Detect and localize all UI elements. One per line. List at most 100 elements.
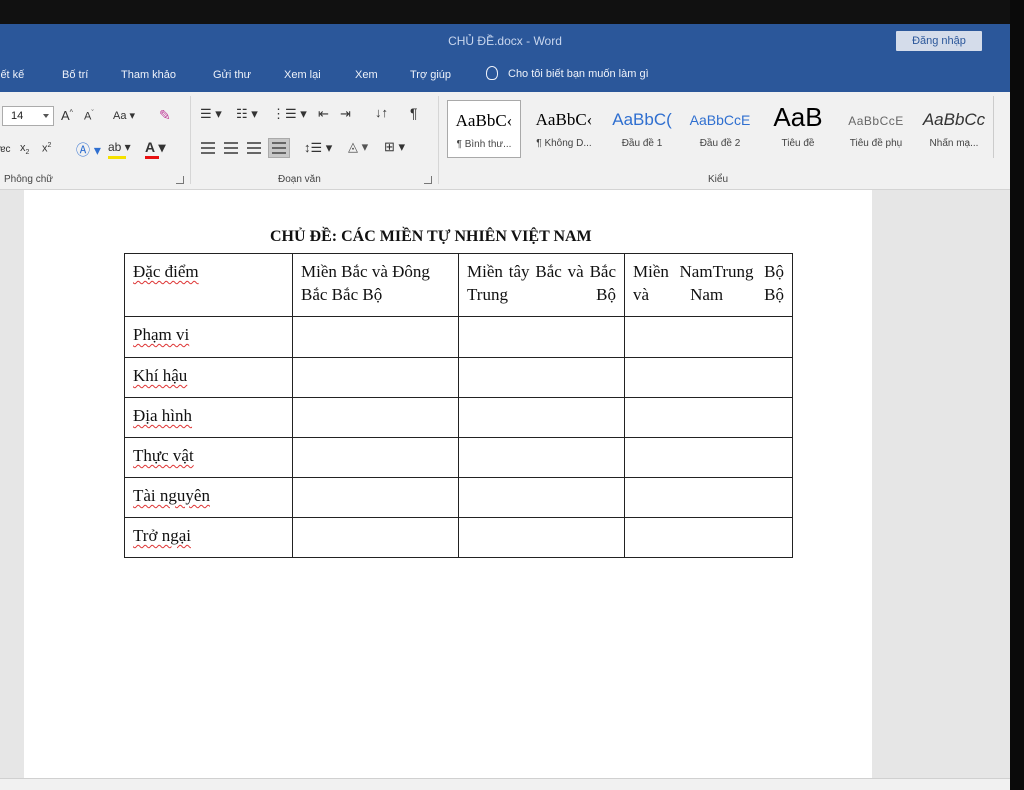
- table-cell[interactable]: [624, 316, 793, 358]
- line-spacing-icon[interactable]: ↕☰ ▾: [304, 140, 332, 156]
- window-title: CHỦ ĐỀ.docx - Word: [448, 34, 562, 48]
- font-color-icon[interactable]: A ▾: [145, 139, 166, 156]
- row-label: Địa hình: [133, 406, 193, 425]
- tell-me-search[interactable]: Cho tôi biết bạn muốn làm gì: [486, 66, 649, 80]
- table-cell[interactable]: [292, 437, 459, 478]
- table-cell[interactable]: Đặc điểm: [124, 253, 293, 317]
- style-name: Tiêu đề phụ: [849, 138, 903, 149]
- table-cell[interactable]: Miền tây Bắc và Bắc Trung Bộ: [458, 253, 625, 317]
- table-row: Phạm vi: [124, 316, 793, 358]
- status-bar: [0, 778, 1010, 790]
- sort-icon[interactable]: ↓↑: [375, 105, 388, 120]
- style-title[interactable]: AaB Tiêu đề: [761, 100, 835, 158]
- tab-references[interactable]: Tham khảo: [121, 69, 176, 81]
- style-normal[interactable]: AaBbC‹ ¶ Bình thư...: [447, 100, 521, 158]
- style-name: Đầu đề 1: [621, 138, 663, 149]
- table-cell[interactable]: [458, 357, 625, 398]
- table-cell[interactable]: [458, 437, 625, 478]
- bullets-icon[interactable]: ☰ ▾: [200, 106, 222, 122]
- table-cell[interactable]: [292, 397, 459, 438]
- table-cell[interactable]: [458, 397, 625, 438]
- tab-layout[interactable]: Bố trí: [62, 69, 88, 81]
- table-cell[interactable]: [624, 517, 793, 558]
- style-emphasis[interactable]: AaBbCc Nhấn mạ...: [917, 100, 991, 158]
- group-label-styles: Kiểu: [708, 174, 729, 185]
- styles-gallery: AaBbC‹ ¶ Bình thư... AaBbC‹ ¶ Không D...…: [447, 100, 1007, 158]
- table-cell[interactable]: [292, 477, 459, 518]
- justify-icon: [272, 142, 286, 154]
- multilevel-list-icon[interactable]: ⋮☰ ▾: [272, 106, 307, 122]
- table-cell[interactable]: Miền Bắc và Đông Bắc Bắc Bộ: [292, 253, 459, 317]
- row-label: Tài nguyên: [133, 486, 210, 505]
- shrink-font-icon[interactable]: Aˇ: [84, 110, 94, 123]
- table-cell[interactable]: Trở ngại: [124, 517, 293, 558]
- style-no-spacing[interactable]: AaBbC‹ ¶ Không D...: [527, 100, 601, 158]
- table-cell[interactable]: Miền NamTrung Bộ và Nam Bộ: [624, 253, 793, 317]
- table-cell[interactable]: Phạm vi: [124, 316, 293, 358]
- table-cell[interactable]: Tài nguyên: [124, 477, 293, 518]
- table-cell[interactable]: [458, 477, 625, 518]
- show-marks-icon[interactable]: ¶: [410, 105, 418, 121]
- style-name: Đầu đề 2: [699, 138, 741, 149]
- highlight-icon[interactable]: ab ▾: [108, 140, 131, 154]
- subscript-icon[interactable]: x2: [20, 142, 29, 156]
- borders-icon[interactable]: ⊞ ▾: [384, 139, 405, 155]
- document-page[interactable]: CHỦ ĐỀ: CÁC MIỀN TỰ NHIÊN VIỆT NAM Đặc đ…: [24, 190, 872, 778]
- align-left-icon[interactable]: [201, 142, 215, 154]
- table-row: Khí hậu: [124, 357, 793, 398]
- align-center-icon[interactable]: [224, 142, 238, 154]
- title-bar: CHỦ ĐỀ.docx - Word Đăng nhập: [0, 24, 1010, 60]
- style-heading-2[interactable]: AaBbCcE Đầu đề 2: [683, 100, 757, 158]
- font-size-value: 14: [11, 110, 24, 122]
- sign-in-button[interactable]: Đăng nhập: [896, 31, 982, 51]
- table-cell[interactable]: [458, 517, 625, 558]
- row-label: Trở ngại: [133, 526, 191, 545]
- justify-button[interactable]: [268, 138, 290, 158]
- style-name: ¶ Không D...: [536, 138, 592, 149]
- tab-help[interactable]: Trợ giúp: [410, 69, 451, 81]
- style-heading-1[interactable]: AaBbC( Đầu đề 1: [605, 100, 679, 158]
- tab-mailings[interactable]: Gửi thư: [213, 69, 251, 81]
- group-divider: [438, 96, 439, 184]
- increase-indent-icon[interactable]: ⇥: [340, 106, 351, 122]
- shading-icon[interactable]: ◬ ▾: [348, 139, 368, 155]
- table-cell[interactable]: [292, 517, 459, 558]
- grow-font-icon[interactable]: A^: [61, 108, 73, 123]
- table-cell[interactable]: [624, 477, 793, 518]
- tab-view[interactable]: Xem: [355, 69, 378, 81]
- paragraph-dialog-launcher-icon[interactable]: [424, 176, 432, 184]
- style-sample: AaB: [773, 102, 823, 132]
- align-right-icon[interactable]: [247, 142, 261, 154]
- numbering-icon[interactable]: ☷ ▾: [236, 106, 258, 122]
- superscript-icon[interactable]: x2: [42, 142, 51, 155]
- table-row: Tài nguyên: [124, 477, 793, 518]
- table-row: Trở ngại: [124, 517, 793, 558]
- table-header-row: Đặc điểm Miền Bắc và Đông Bắc Bắc Bộ Miề…: [124, 253, 793, 317]
- strikethrough-icon[interactable]: ɐc: [0, 144, 11, 155]
- topic-table: Đặc điểm Miền Bắc và Đông Bắc Bắc Bộ Miề…: [124, 253, 793, 558]
- font-dialog-launcher-icon[interactable]: [176, 176, 184, 184]
- table-cell[interactable]: [624, 397, 793, 438]
- document-canvas[interactable]: CHỦ ĐỀ: CÁC MIỀN TỰ NHIÊN VIỆT NAM Đặc đ…: [0, 190, 1010, 778]
- table-cell[interactable]: [292, 316, 459, 358]
- table-cell[interactable]: [458, 316, 625, 358]
- gallery-more-icon[interactable]: [993, 96, 1007, 158]
- decrease-indent-icon[interactable]: ⇤: [318, 106, 329, 122]
- tab-design[interactable]: iết kế: [0, 69, 24, 81]
- table-cell[interactable]: Khí hậu: [124, 357, 293, 398]
- table-cell[interactable]: Thực vật: [124, 437, 293, 478]
- table-cell[interactable]: [624, 437, 793, 478]
- font-size-box[interactable]: 14: [2, 106, 54, 126]
- tell-me-label: Cho tôi biết bạn muốn làm gì: [508, 68, 649, 80]
- style-subtitle[interactable]: AaBbCcE Tiêu đề phụ: [839, 100, 913, 158]
- group-divider: [190, 96, 191, 184]
- table-cell[interactable]: [624, 357, 793, 398]
- table-cell[interactable]: [292, 357, 459, 398]
- tab-review[interactable]: Xem lại: [284, 69, 321, 81]
- text-effects-icon[interactable]: Ⓐ ▾: [76, 140, 101, 160]
- change-case-button[interactable]: Aa ▾: [113, 109, 135, 122]
- table-cell[interactable]: Địa hình: [124, 397, 293, 438]
- clear-formatting-icon[interactable]: ✎: [159, 107, 171, 124]
- row-label: Khí hậu: [133, 366, 188, 385]
- table-row: Địa hình: [124, 397, 793, 438]
